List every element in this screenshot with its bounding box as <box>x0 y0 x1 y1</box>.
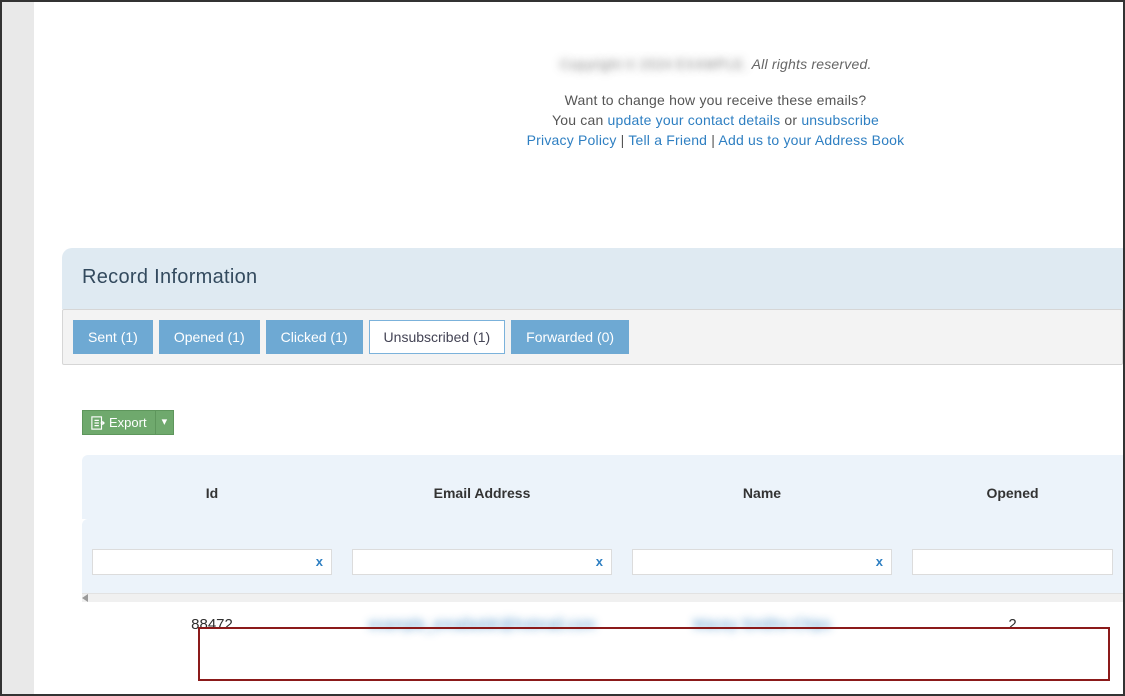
you-can-text: You can <box>552 112 608 128</box>
filter-name-clear[interactable]: x <box>872 552 887 571</box>
filter-email-cell: x <box>352 549 612 575</box>
tab-clicked[interactable]: Clicked (1) <box>266 320 363 354</box>
copyright-blurred: Copyright © 2024 EXAMPLE. <box>559 56 747 72</box>
email-blurred: example_emailaddr@hotmail.com <box>369 616 596 633</box>
col-opened[interactable]: Opened <box>902 455 1123 519</box>
filter-name-input[interactable] <box>639 550 873 574</box>
export-button-group: Export ▾ <box>82 410 174 435</box>
record-information-header: Record Information <box>62 248 1123 309</box>
rights-reserved: All rights reserved. <box>752 56 872 72</box>
filter-email-clear[interactable]: x <box>592 552 607 571</box>
tab-sent[interactable]: Sent (1) <box>73 320 153 354</box>
tab-container: Sent (1) Opened (1) Clicked (1) Unsubscr… <box>62 309 1123 365</box>
or-text: or <box>780 112 801 128</box>
email-footer: Copyright © 2024 EXAMPLE. All rights res… <box>38 2 1123 148</box>
app-frame: Copyright © 2024 EXAMPLE. All rights res… <box>0 0 1125 696</box>
export-spreadsheet-icon <box>91 416 105 430</box>
update-unsub-line: You can update your contact details or u… <box>338 112 1093 128</box>
filter-id-input[interactable] <box>99 550 313 574</box>
cell-email: example_emailaddr@hotmail.com <box>342 602 622 647</box>
sep2: | <box>707 132 718 148</box>
filter-id-cell: x <box>92 549 332 575</box>
cell-opened: 2 <box>902 602 1123 647</box>
section-title: Record Information <box>82 266 257 288</box>
left-gutter <box>2 2 34 694</box>
export-label: Export <box>109 415 147 430</box>
tab-opened[interactable]: Opened (1) <box>159 320 260 354</box>
sep1: | <box>617 132 629 148</box>
cell-name: Macey Smiths-Chips <box>622 602 902 647</box>
footer-links-line: Privacy Policy | Tell a Friend | Add us … <box>338 132 1093 148</box>
tab-content-panel: Export ▾ Id Email Address Name Opened <box>62 365 1123 647</box>
add-address-book-link[interactable]: Add us to your Address Book <box>718 132 904 148</box>
filter-name-cell: x <box>632 549 892 575</box>
export-dropdown-caret[interactable]: ▾ <box>156 410 175 435</box>
col-email[interactable]: Email Address <box>342 455 622 519</box>
export-button[interactable]: Export <box>82 410 156 435</box>
privacy-policy-link[interactable]: Privacy Policy <box>527 132 617 148</box>
tab-strip: Sent (1) Opened (1) Clicked (1) Unsubscr… <box>73 320 1112 354</box>
horizontal-scroll-hint[interactable] <box>82 593 1123 602</box>
filter-email-input[interactable] <box>359 550 593 574</box>
tab-unsubscribed[interactable]: Unsubscribed (1) <box>369 320 506 354</box>
filter-opened-input[interactable] <box>919 550 1094 574</box>
filter-id-clear[interactable]: x <box>312 552 327 571</box>
filter-row: x x x <box>82 519 1123 593</box>
cell-id: 88472 <box>82 602 342 647</box>
tell-a-friend-link[interactable]: Tell a Friend <box>628 132 707 148</box>
content-area: Copyright © 2024 EXAMPLE. All rights res… <box>38 2 1123 694</box>
filter-opened-cell <box>912 549 1113 575</box>
col-name[interactable]: Name <box>622 455 902 519</box>
table-row[interactable]: 88472 example_emailaddr@hotmail.com Mace… <box>82 602 1123 647</box>
copyright-line: Copyright © 2024 EXAMPLE. All rights res… <box>338 56 1093 72</box>
name-blurred: Macey Smiths-Chips <box>693 616 831 633</box>
header-row: Id Email Address Name Opened <box>82 455 1123 519</box>
results-table: Id Email Address Name Opened x <box>82 455 1123 647</box>
change-preferences-line: Want to change how you receive these ema… <box>338 92 1093 108</box>
col-id[interactable]: Id <box>82 455 342 519</box>
tab-forwarded[interactable]: Forwarded (0) <box>511 320 629 354</box>
update-contact-link[interactable]: update your contact details <box>608 112 781 128</box>
unsubscribe-link[interactable]: unsubscribe <box>801 112 879 128</box>
